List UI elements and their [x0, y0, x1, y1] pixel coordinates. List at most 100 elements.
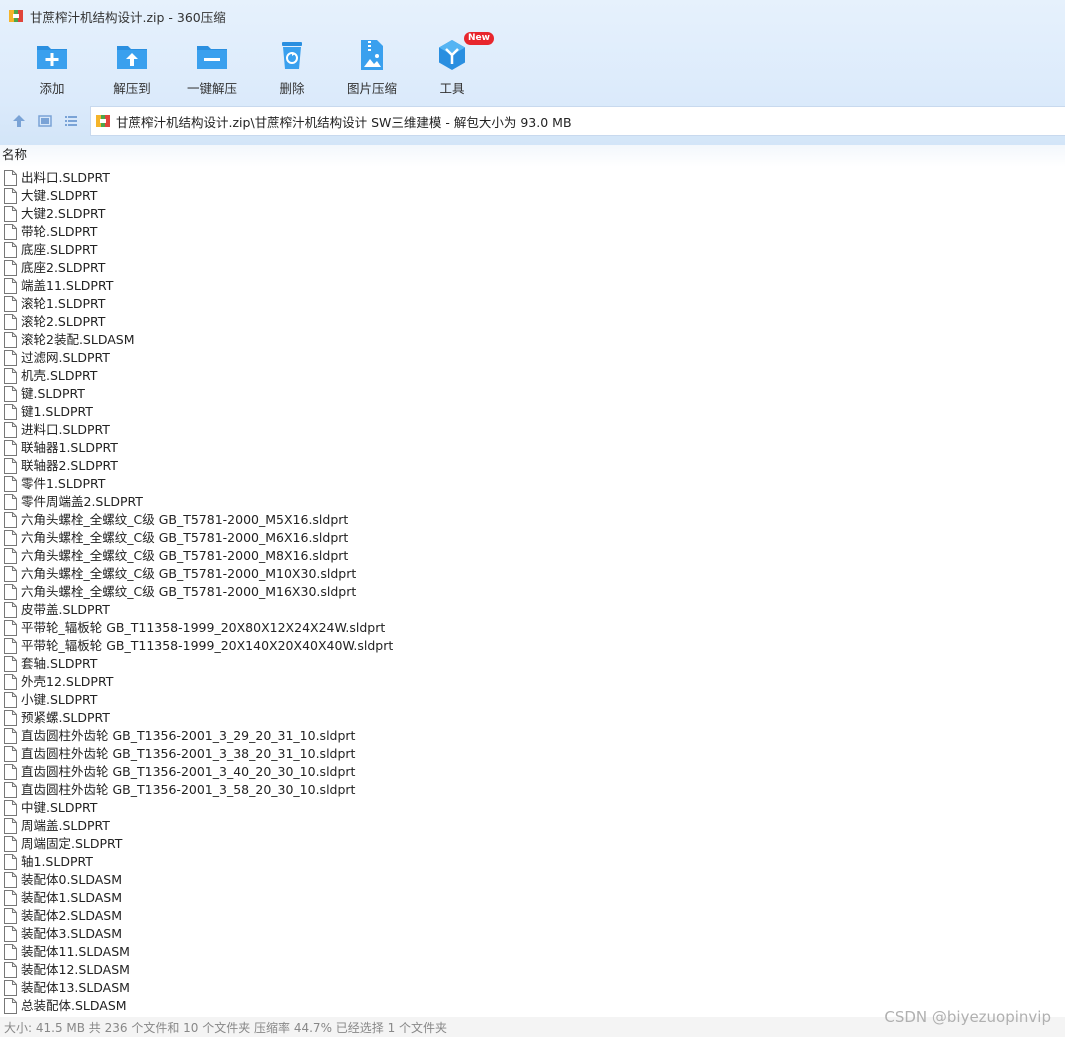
file-icon: [4, 296, 17, 312]
file-icon: [4, 980, 17, 996]
file-row[interactable]: 过滤网.SLDPRT: [0, 349, 1065, 367]
column-header-name[interactable]: 名称: [0, 145, 1065, 167]
file-row[interactable]: 外壳12.SLDPRT: [0, 673, 1065, 691]
watermark: CSDN @biyezuopinvip: [884, 1008, 1051, 1026]
file-row[interactable]: 滚轮2装配.SLDASM: [0, 331, 1065, 349]
add-button[interactable]: 添加: [12, 36, 92, 100]
file-icon: [4, 512, 17, 528]
address-path: 甘蔗榨汁机结构设计.zip\甘蔗榨汁机结构设计 SW三维建模 - 解包大小为 9…: [116, 114, 572, 130]
file-row[interactable]: 大键2.SLDPRT: [0, 205, 1065, 223]
file-row[interactable]: 直齿圆柱外齿轮 GB_T1356-2001_3_58_20_30_10.sldp…: [0, 781, 1065, 799]
file-row[interactable]: 键1.SLDPRT: [0, 403, 1065, 421]
file-name: 装配体2.SLDASM: [21, 908, 123, 923]
archive-app-icon: [8, 8, 24, 24]
file-icon: [4, 278, 17, 294]
file-name: 直齿圆柱外齿轮 GB_T1356-2001_3_29_20_31_10.sldp…: [21, 728, 356, 743]
file-name: 键.SLDPRT: [21, 386, 85, 401]
file-row[interactable]: 出料口.SLDPRT: [0, 169, 1065, 187]
thumbnail-view-icon[interactable]: [32, 108, 58, 134]
file-name: 装配体0.SLDASM: [21, 872, 123, 887]
file-row[interactable]: 底座2.SLDPRT: [0, 259, 1065, 277]
file-row[interactable]: 平带轮_辐板轮 GB_T11358-1999_20X140X20X40X40W.…: [0, 637, 1065, 655]
list-view-icon[interactable]: [58, 108, 84, 134]
file-row[interactable]: 周端盖.SLDPRT: [0, 817, 1065, 835]
delete-button[interactable]: 删除: [252, 36, 332, 100]
file-row[interactable]: 装配体13.SLDASM: [0, 979, 1065, 997]
navigation-bar: 甘蔗榨汁机结构设计.zip\甘蔗榨汁机结构设计 SW三维建模 - 解包大小为 9…: [0, 106, 1065, 136]
file-row[interactable]: 装配体1.SLDASM: [0, 889, 1065, 907]
file-row[interactable]: 进料口.SLDPRT: [0, 421, 1065, 439]
file-icon: [4, 692, 17, 708]
address-bar[interactable]: 甘蔗榨汁机结构设计.zip\甘蔗榨汁机结构设计 SW三维建模 - 解包大小为 9…: [90, 106, 1065, 136]
file-row[interactable]: 联轴器2.SLDPRT: [0, 457, 1065, 475]
file-row[interactable]: 轴1.SLDPRT: [0, 853, 1065, 871]
file-icon: [4, 224, 17, 240]
file-row[interactable]: 周端固定.SLDPRT: [0, 835, 1065, 853]
file-row[interactable]: 小键.SLDPRT: [0, 691, 1065, 709]
delete-icon: [275, 38, 309, 72]
file-name: 过滤网.SLDPRT: [21, 350, 110, 365]
file-row[interactable]: 平带轮_辐板轮 GB_T11358-1999_20X80X12X24X24W.s…: [0, 619, 1065, 637]
file-name: 装配体11.SLDASM: [21, 944, 130, 959]
file-name: 六角头螺栓_全螺纹_C级 GB_T5781-2000_M6X16.sldprt: [21, 530, 349, 545]
file-icon: [4, 368, 17, 384]
file-row[interactable]: 六角头螺栓_全螺纹_C级 GB_T5781-2000_M16X30.sldprt: [0, 583, 1065, 601]
file-icon: [4, 782, 17, 798]
file-row[interactable]: 零件周端盖2.SLDPRT: [0, 493, 1065, 511]
file-name: 带轮.SLDPRT: [21, 224, 98, 239]
one-click-extract-icon: [195, 38, 229, 72]
file-icon: [4, 728, 17, 744]
file-name: 零件1.SLDPRT: [21, 476, 106, 491]
file-row[interactable]: 大键.SLDPRT: [0, 187, 1065, 205]
file-row[interactable]: 装配体12.SLDASM: [0, 961, 1065, 979]
one-click-extract-button[interactable]: 一键解压: [172, 36, 252, 100]
file-row[interactable]: 滚轮2.SLDPRT: [0, 313, 1065, 331]
file-row[interactable]: 底座.SLDPRT: [0, 241, 1065, 259]
file-icon: [4, 800, 17, 816]
tools-button[interactable]: New 工具: [412, 32, 494, 100]
file-row[interactable]: 中键.SLDPRT: [0, 799, 1065, 817]
file-icon: [4, 764, 17, 780]
image-compress-button[interactable]: 图片压缩: [332, 36, 412, 100]
file-icon: [4, 656, 17, 672]
file-name: 端盖11.SLDPRT: [21, 278, 114, 293]
file-row[interactable]: 六角头螺栓_全螺纹_C级 GB_T5781-2000_M10X30.sldprt: [0, 565, 1065, 583]
file-row[interactable]: 皮带盖.SLDPRT: [0, 601, 1065, 619]
file-row[interactable]: 直齿圆柱外齿轮 GB_T1356-2001_3_40_20_30_10.sldp…: [0, 763, 1065, 781]
file-icon: [4, 998, 17, 1014]
file-row[interactable]: 六角头螺栓_全螺纹_C级 GB_T5781-2000_M8X16.sldprt: [0, 547, 1065, 565]
file-row[interactable]: 带轮.SLDPRT: [0, 223, 1065, 241]
title-bar: 甘蔗榨汁机结构设计.zip - 360压缩: [0, 0, 1065, 32]
file-row[interactable]: 装配体0.SLDASM: [0, 871, 1065, 889]
file-row[interactable]: 套轴.SLDPRT: [0, 655, 1065, 673]
file-row[interactable]: 直齿圆柱外齿轮 GB_T1356-2001_3_38_20_31_10.sldp…: [0, 745, 1065, 763]
file-row[interactable]: 六角头螺栓_全螺纹_C级 GB_T5781-2000_M6X16.sldprt: [0, 529, 1065, 547]
file-icon: [4, 170, 17, 186]
file-name: 联轴器1.SLDPRT: [21, 440, 118, 455]
file-row[interactable]: 六角头螺栓_全螺纹_C级 GB_T5781-2000_M5X16.sldprt: [0, 511, 1065, 529]
file-name: 平带轮_辐板轮 GB_T11358-1999_20X80X12X24X24W.s…: [21, 620, 386, 635]
new-badge: New: [464, 32, 494, 45]
file-row[interactable]: 机壳.SLDPRT: [0, 367, 1065, 385]
up-arrow-icon[interactable]: [6, 108, 32, 134]
file-name: 装配体1.SLDASM: [21, 890, 123, 905]
image-compress-icon: [355, 38, 389, 72]
file-row[interactable]: 预紧螺.SLDPRT: [0, 709, 1065, 727]
file-row[interactable]: 端盖11.SLDPRT: [0, 277, 1065, 295]
file-row[interactable]: 装配体11.SLDASM: [0, 943, 1065, 961]
file-row[interactable]: 装配体2.SLDASM: [0, 907, 1065, 925]
file-name: 轴1.SLDPRT: [21, 854, 93, 869]
file-icon: [4, 620, 17, 636]
file-row[interactable]: 装配体3.SLDASM: [0, 925, 1065, 943]
file-name: 出料口.SLDPRT: [21, 170, 110, 185]
file-icon: [4, 746, 17, 762]
file-row[interactable]: 直齿圆柱外齿轮 GB_T1356-2001_3_29_20_31_10.sldp…: [0, 727, 1065, 745]
file-row[interactable]: 键.SLDPRT: [0, 385, 1065, 403]
file-row[interactable]: 联轴器1.SLDPRT: [0, 439, 1065, 457]
file-icon: [4, 386, 17, 402]
file-icon: [4, 602, 17, 618]
extract-to-button[interactable]: 解压到: [92, 36, 172, 100]
file-row[interactable]: 滚轮1.SLDPRT: [0, 295, 1065, 313]
file-row[interactable]: 零件1.SLDPRT: [0, 475, 1065, 493]
extract-to-icon: [115, 38, 149, 72]
